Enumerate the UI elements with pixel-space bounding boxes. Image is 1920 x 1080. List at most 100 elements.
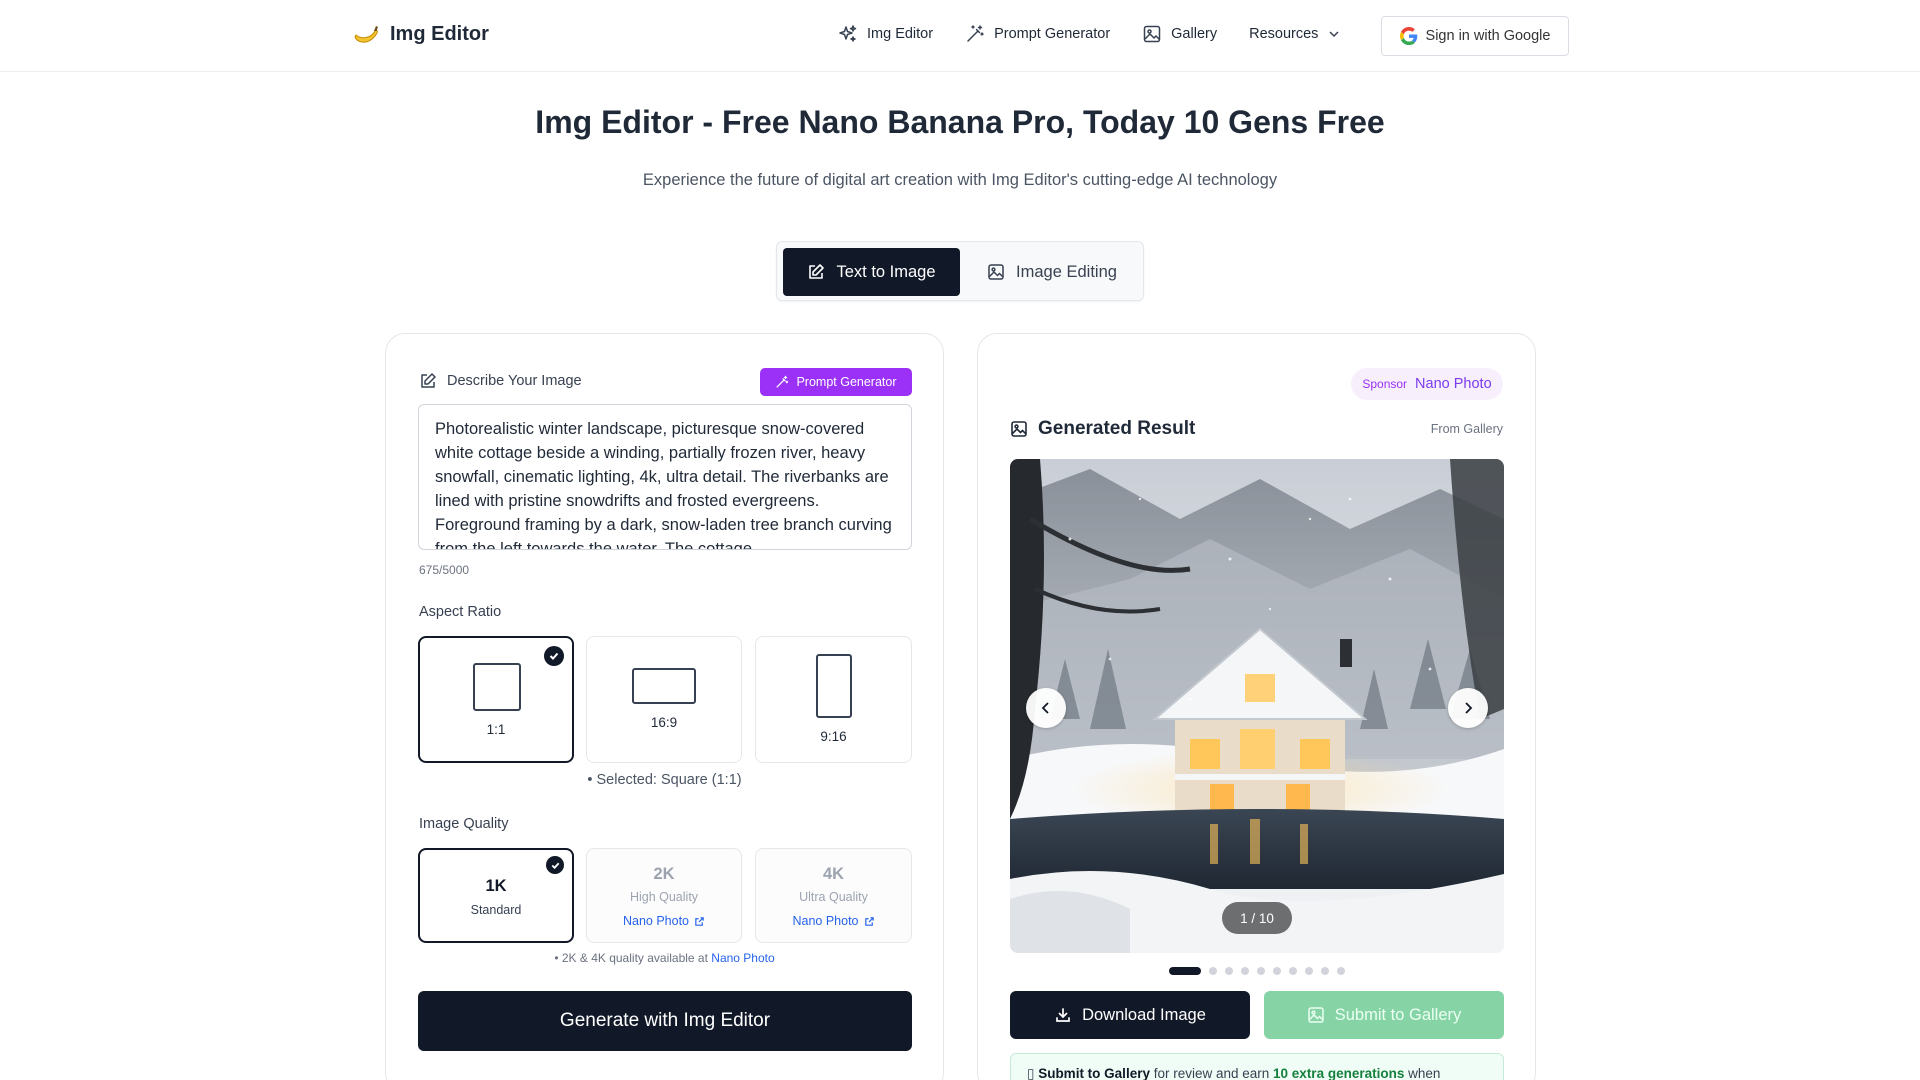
brand-logo[interactable]: Img Editor <box>352 20 489 48</box>
quality-card-1k[interactable]: 1K Standard <box>418 848 574 943</box>
nav-link-label: Img Editor <box>867 26 934 42</box>
image-icon <box>988 264 1004 280</box>
chevron-down-icon <box>1329 31 1339 38</box>
nav-links: Img Editor Prompt Generator Gallery Reso… <box>838 24 1341 44</box>
nav-link-label: Prompt Generator <box>994 26 1111 42</box>
prompt-text: Photorealistic winter landscape, picture… <box>435 420 892 550</box>
quality-card-2k[interactable]: 2K High Quality Nano Photo <box>586 848 742 943</box>
aspect-selected-text: • Selected: Square (1:1) <box>587 772 742 788</box>
google-icon <box>1399 27 1417 45</box>
tab-label: Text to Image <box>836 262 936 281</box>
carousel-dot[interactable] <box>1321 967 1329 975</box>
prompt-generator-button[interactable]: Prompt Generator <box>760 368 912 396</box>
nav-link-prompt-generator[interactable]: Prompt Generator <box>965 24 1110 44</box>
page-subtitle: Experience the future of digital art cre… <box>642 171 1278 189</box>
nano-photo-link-text: Nano Photo <box>792 914 859 928</box>
nav-link-img-editor[interactable]: Img Editor <box>838 24 933 44</box>
image-icon <box>1307 1007 1324 1023</box>
carousel-dot[interactable] <box>1257 967 1265 975</box>
sign-in-label: Sign in with Google <box>1425 28 1551 44</box>
tab-text-to-image[interactable]: Text to Image <box>783 248 960 296</box>
prompt-textarea[interactable]: Photorealistic winter landscape, picture… <box>418 404 912 550</box>
quality-subtitle: Ultra Quality <box>799 890 868 904</box>
from-gallery-label: From Gallery <box>1430 422 1503 436</box>
image-icon <box>1011 421 1027 437</box>
carousel-dot[interactable] <box>1305 967 1313 975</box>
quality-subtitle: High Quality <box>629 890 699 904</box>
aspect-card-16-9[interactable]: 16:9 <box>586 636 742 763</box>
carousel-dot[interactable] <box>1289 967 1297 975</box>
check-icon <box>546 856 564 874</box>
sponsor-name: Nano Photo <box>1415 376 1492 392</box>
aspect-ratio-label: Aspect Ratio <box>419 604 502 620</box>
download-image-button[interactable]: Download Image <box>1010 991 1250 1039</box>
landscape-ratio-shape <box>632 668 696 704</box>
chevron-left-icon <box>1041 702 1049 714</box>
aspect-label: 9:16 <box>820 729 847 744</box>
chevron-right-icon <box>1465 702 1473 714</box>
submit-label: Submit to Gallery <box>1334 1005 1462 1024</box>
carousel-dot[interactable] <box>1225 967 1233 975</box>
nav-link-resources[interactable]: Resources <box>1249 26 1341 42</box>
nano-photo-link[interactable]: Nano Photo <box>756 914 911 928</box>
submit-to-gallery-button[interactable]: Submit to Gallery <box>1264 991 1504 1039</box>
result-title-text: Generated Result <box>1038 418 1196 439</box>
mode-tabs: Text to Image Image Editing <box>776 241 1144 301</box>
carousel-dot[interactable] <box>1241 967 1249 975</box>
image-quality-label: Image Quality <box>419 816 509 832</box>
carousel-dot[interactable] <box>1169 967 1201 975</box>
nav-link-label: Gallery <box>1171 26 1218 42</box>
image-counter: 1 / 10 <box>1222 902 1292 934</box>
aspect-card-9-16[interactable]: 9:16 <box>755 636 912 763</box>
download-label: Download Image <box>1082 1005 1206 1024</box>
carousel-dot[interactable] <box>1273 967 1281 975</box>
page-title: Img Editor - Free Nano Banana Pro, Today… <box>535 104 1385 140</box>
describe-label-text: Describe Your Image <box>447 373 582 389</box>
aspect-card-1-1[interactable]: 1:1 <box>418 636 574 763</box>
tab-image-editing[interactable]: Image Editing <box>967 248 1137 296</box>
notice-end: when <box>1404 1066 1441 1080</box>
quality-note-link[interactable]: Nano Photo <box>711 951 774 965</box>
sign-in-google-button[interactable]: Sign in with Google <box>1381 16 1569 56</box>
edit-icon <box>421 373 436 388</box>
prompt-panel: Describe Your Image Prompt Generator Pho… <box>385 333 944 1080</box>
describe-label: Describe Your Image <box>419 372 582 390</box>
generated-image: 1 / 10 <box>1010 459 1504 953</box>
char-counter: 675/5000 <box>419 563 470 577</box>
sponsor-badge[interactable]: Sponsor Nano Photo <box>1351 368 1503 400</box>
prompt-generator-label: Prompt Generator <box>796 375 897 389</box>
magic-wand-icon <box>967 25 984 42</box>
nav-link-label: Resources <box>1249 26 1319 42</box>
sparkles-icon <box>839 25 857 42</box>
carousel-dot[interactable] <box>1337 967 1345 975</box>
square-ratio-shape <box>473 663 521 711</box>
carousel-dot[interactable] <box>1209 967 1217 975</box>
image-icon <box>1143 25 1161 43</box>
aspect-label: 1:1 <box>486 722 506 737</box>
brand-name: Img Editor <box>390 22 489 45</box>
sponsor-tag: Sponsor <box>1362 377 1408 391</box>
nano-photo-link[interactable]: Nano Photo <box>587 914 741 928</box>
edit-icon <box>809 264 825 279</box>
portrait-ratio-shape <box>816 654 852 718</box>
top-navbar: Img Editor Img Editor Prompt Generator G… <box>0 0 1920 72</box>
aspect-label: 16:9 <box>650 715 678 730</box>
nav-link-gallery[interactable]: Gallery <box>1142 24 1217 44</box>
quality-note: • 2K & 4K quality available at Nano Phot… <box>386 951 943 965</box>
quality-title: 1K <box>485 877 507 895</box>
tab-label: Image Editing <box>1016 262 1117 281</box>
result-panel: Sponsor Nano Photo Generated Result From… <box>977 333 1536 1080</box>
external-link-icon <box>695 916 704 926</box>
notice-icon: ▯ <box>1027 1066 1039 1080</box>
winter-cottage-image <box>1010 459 1504 953</box>
result-title: Generated Result <box>1010 418 1195 440</box>
quality-subtitle: Standard <box>470 903 522 917</box>
quality-card-4k[interactable]: 4K Ultra Quality Nano Photo <box>755 848 912 943</box>
next-image-button[interactable] <box>1448 688 1488 728</box>
quality-title: 4K <box>822 865 845 883</box>
quality-note-text: • 2K & 4K quality available at <box>554 951 712 965</box>
notice-bold: Submit to Gallery <box>1038 1066 1150 1080</box>
prev-image-button[interactable] <box>1026 688 1066 728</box>
generate-button[interactable]: Generate with Img Editor <box>418 991 912 1051</box>
notice-highlight: 10 extra generations <box>1273 1066 1405 1080</box>
